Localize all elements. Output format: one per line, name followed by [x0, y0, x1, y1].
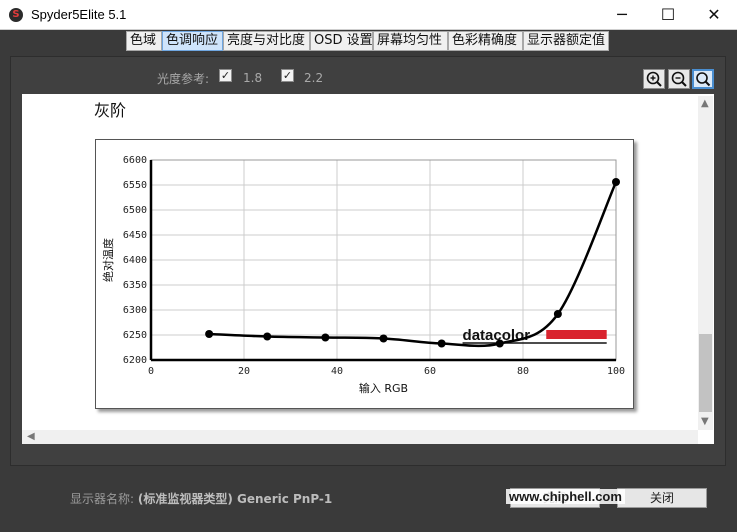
- y-tick-label: 6300: [123, 305, 147, 316]
- x-tick-label: 20: [238, 366, 250, 377]
- tab-gamut[interactable]: 色域: [126, 31, 162, 51]
- zoom-fit-button[interactable]: [692, 69, 714, 89]
- grayscale-chart: 0 20 40 60 80 100 6200 6250 6300 6350 6400 6450 6500…: [101, 155, 625, 395]
- scroll-up-icon[interactable]: ▲: [701, 98, 709, 109]
- zoom-out-button[interactable]: [668, 69, 690, 89]
- tab-osd-settings[interactable]: OSD 设置: [310, 31, 373, 51]
- section-heading: 灰阶: [94, 101, 127, 120]
- scroll-left-icon[interactable]: ◀: [27, 431, 35, 442]
- y-tick-label: 6250: [123, 330, 147, 341]
- scroll-down-icon[interactable]: ▼: [701, 416, 709, 427]
- tab-color-accuracy[interactable]: 色彩精确度: [448, 31, 523, 51]
- data-point: [379, 334, 388, 343]
- y-tick-label: 6450: [123, 230, 147, 241]
- x-tick-label: 80: [517, 366, 529, 377]
- spyder-app-icon: S: [9, 8, 23, 22]
- display-name-row: 显示器名称: (标准监视器类型) Generic PnP-1: [70, 490, 332, 507]
- display-name-value: (标准监视器类型) Generic PnP-1: [137, 492, 333, 506]
- gamma-2-2-label: 2.2: [304, 71, 324, 85]
- y-axis-title: 绝对温度: [101, 238, 115, 282]
- brightness-reference-label: 光度参考:: [157, 72, 210, 86]
- chart-box: 0 20 40 60 80 100 6200 6250 6300 6350 6400 6450 6500…: [95, 139, 634, 409]
- datacolor-logo-bar: [546, 330, 607, 339]
- close-button[interactable]: ✕: [691, 0, 737, 30]
- minimize-button[interactable]: ─: [599, 0, 645, 30]
- tab-monitor-rating[interactable]: 显示器额定值: [523, 31, 609, 51]
- gamma-2-2-checkbox[interactable]: ✓: [281, 69, 294, 82]
- window-title: Spyder5Elite 5.1: [31, 7, 127, 22]
- y-tick-label: 6350: [123, 280, 147, 291]
- zoom-in-icon: [646, 71, 662, 87]
- x-tick-label: 100: [607, 366, 625, 377]
- y-tick-label: 6400: [123, 255, 147, 266]
- data-point: [321, 333, 330, 342]
- watermark: www.chiphell.com: [506, 489, 625, 504]
- data-point: [437, 339, 446, 348]
- zoom-in-button[interactable]: [643, 69, 665, 89]
- data-point: [263, 332, 272, 341]
- display-name-label: 显示器名称:: [70, 492, 135, 506]
- x-tick-label: 0: [148, 366, 154, 377]
- tab-brightness-contrast[interactable]: 亮度与对比度: [223, 31, 310, 51]
- tab-tone-response[interactable]: 色调响应: [162, 31, 223, 51]
- data-point: [612, 178, 620, 186]
- maximize-button[interactable]: ☐: [645, 0, 691, 30]
- data-point: [553, 310, 562, 318]
- data-point: [495, 339, 504, 348]
- zoom-fit-icon: [696, 72, 711, 87]
- y-tick-label: 6550: [123, 180, 147, 191]
- x-axis-title: 输入 RGB: [359, 381, 408, 395]
- tab-screen-uniformity[interactable]: 屏幕均匀性: [373, 31, 448, 51]
- close-dialog-button[interactable]: 关闭: [617, 488, 707, 508]
- y-tick-label: 6200: [123, 355, 147, 366]
- series-line: [209, 181, 618, 348]
- zoom-out-icon: [671, 71, 687, 87]
- gamma-1-8-label: 1.8: [243, 71, 263, 85]
- y-tick-label: 6500: [123, 205, 147, 216]
- x-tick-label: 40: [331, 366, 343, 377]
- y-tick-label: 6600: [123, 155, 147, 166]
- tab-bar: 色域 色调响应 亮度与对比度 OSD 设置 屏幕均匀性 色彩精确度 显示器额定值: [0, 30, 737, 52]
- horizontal-scrollbar[interactable]: [22, 430, 698, 444]
- vertical-scroll-thumb[interactable]: [699, 334, 712, 412]
- gamma-1-8-checkbox[interactable]: ✓: [219, 69, 232, 82]
- x-tick-label: 60: [424, 366, 436, 377]
- data-point: [205, 330, 214, 338]
- title-bar: S Spyder5Elite 5.1 ─ ☐ ✕: [0, 0, 737, 30]
